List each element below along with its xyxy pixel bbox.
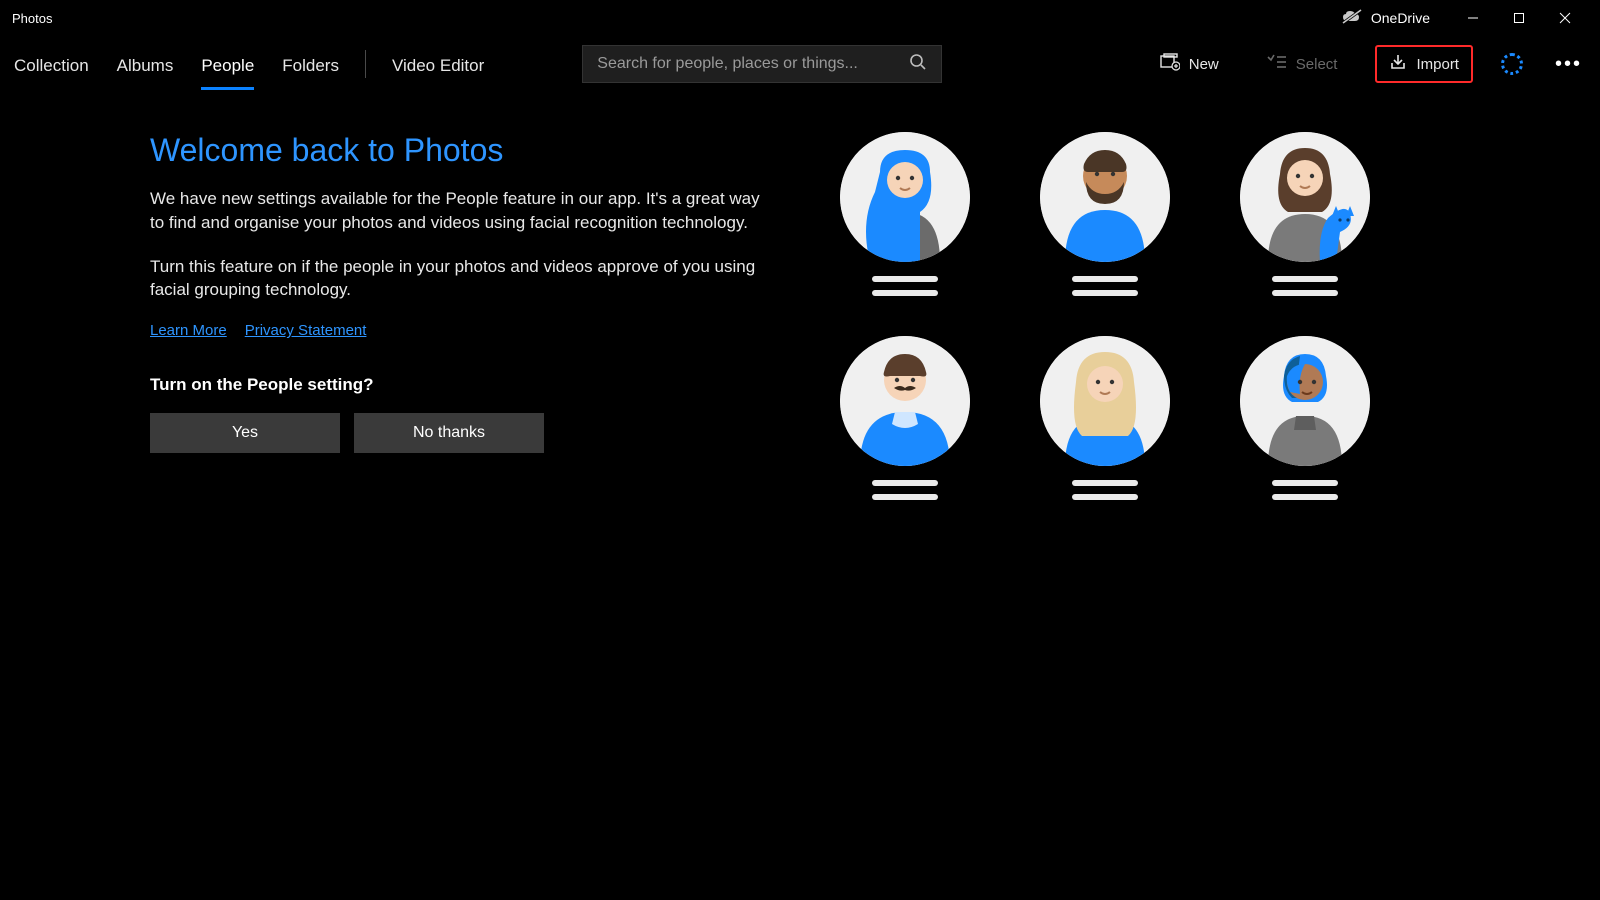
- avatar-person-hijab: [840, 132, 970, 262]
- import-icon: [1389, 53, 1407, 75]
- titlebar: Photos OneDrive: [0, 0, 1600, 36]
- search-icon[interactable]: [909, 53, 927, 76]
- search-input[interactable]: [597, 55, 909, 73]
- search-box[interactable]: [582, 45, 942, 83]
- avatar-cell: [1030, 336, 1180, 500]
- avatar-cell: [1230, 132, 1380, 296]
- tab-people[interactable]: People: [201, 40, 254, 88]
- content: Welcome back to Photos We have new setti…: [0, 92, 1600, 500]
- no-thanks-button[interactable]: No thanks: [354, 413, 544, 453]
- avatar-person-shorthair: [1240, 336, 1370, 466]
- name-placeholder: [872, 480, 938, 500]
- avatar-person-beard: [1040, 132, 1170, 262]
- new-button[interactable]: New: [1150, 47, 1229, 81]
- new-label: New: [1189, 56, 1219, 73]
- more-icon: •••: [1555, 53, 1582, 75]
- import-label: Import: [1416, 56, 1459, 73]
- tabbar: Collection Albums People Folders Video E…: [0, 36, 1600, 92]
- welcome-paragraph-2: Turn this feature on if the people in yo…: [150, 255, 770, 303]
- name-placeholder: [1072, 276, 1138, 296]
- close-button[interactable]: [1542, 2, 1588, 34]
- loading-spinner-icon: [1501, 53, 1523, 75]
- tab-video-editor[interactable]: Video Editor: [392, 40, 484, 88]
- avatar-cell: [1030, 132, 1180, 296]
- learn-more-link[interactable]: Learn More: [150, 322, 227, 339]
- people-prompt: Turn on the People setting?: [150, 375, 770, 395]
- tab-albums[interactable]: Albums: [117, 40, 174, 88]
- onedrive-label: OneDrive: [1371, 10, 1430, 26]
- avatar-person-with-cat: [1240, 132, 1370, 262]
- select-button[interactable]: Select: [1257, 48, 1348, 80]
- minimize-button[interactable]: [1450, 2, 1496, 34]
- select-label: Select: [1296, 56, 1338, 73]
- new-icon: [1160, 53, 1180, 75]
- privacy-statement-link[interactable]: Privacy Statement: [245, 322, 367, 339]
- avatar-cell: [1230, 336, 1380, 500]
- maximize-button[interactable]: [1496, 2, 1542, 34]
- name-placeholder: [1272, 480, 1338, 500]
- import-button[interactable]: Import: [1375, 45, 1473, 83]
- avatar-person-blonde: [1040, 336, 1170, 466]
- avatar-cell: [830, 336, 980, 500]
- onedrive-status[interactable]: OneDrive: [1341, 9, 1430, 28]
- yes-button[interactable]: Yes: [150, 413, 340, 453]
- cloud-off-icon: [1341, 9, 1363, 28]
- welcome-panel: Welcome back to Photos We have new setti…: [150, 132, 770, 500]
- welcome-paragraph-1: We have new settings available for the P…: [150, 187, 770, 235]
- tab-collection[interactable]: Collection: [14, 40, 89, 88]
- avatar-person-moustache: [840, 336, 970, 466]
- select-icon: [1267, 54, 1287, 74]
- name-placeholder: [872, 276, 938, 296]
- app-title: Photos: [12, 11, 52, 26]
- welcome-heading: Welcome back to Photos: [150, 132, 770, 169]
- tab-folders[interactable]: Folders: [282, 40, 339, 88]
- avatar-cell: [830, 132, 980, 296]
- avatar-grid: [830, 132, 1450, 500]
- name-placeholder: [1072, 480, 1138, 500]
- more-button[interactable]: •••: [1551, 49, 1586, 80]
- name-placeholder: [1272, 276, 1338, 296]
- tab-divider: [365, 50, 366, 78]
